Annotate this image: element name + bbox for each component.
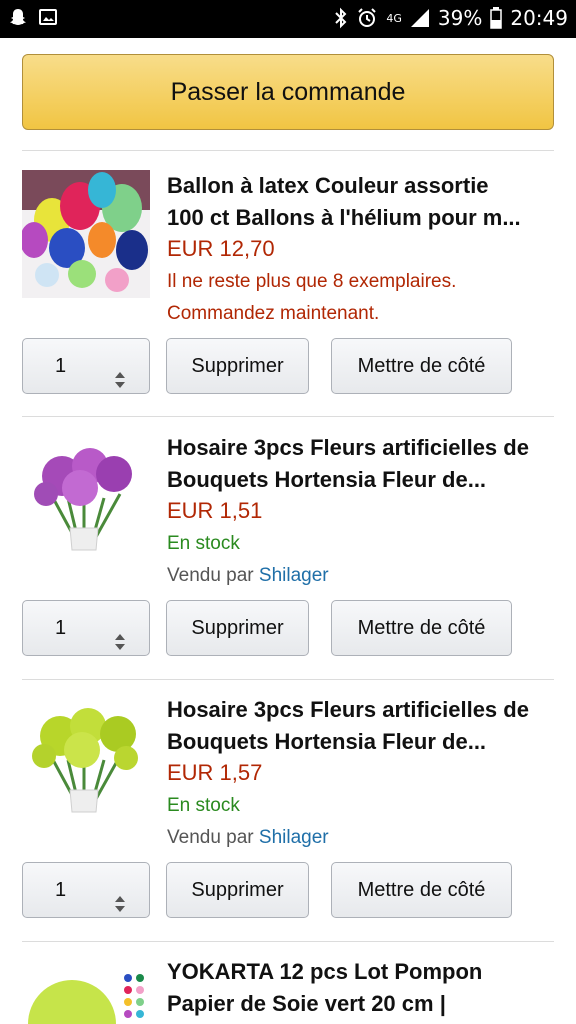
stock-status: En stock	[167, 533, 240, 554]
item-title-line[interactable]: Bouquets Hortensia Fleur de...	[167, 464, 557, 496]
up-down-arrows-icon	[113, 357, 127, 411]
item-title[interactable]: Ballon à latex Couleur assortie 100 ct B…	[167, 170, 557, 234]
item-title-line[interactable]: Ballon à latex Couleur assortie	[167, 170, 557, 202]
battery-icon	[490, 7, 503, 29]
item-title-line[interactable]: YOKARTA 12 pcs Lot Pompon	[167, 956, 557, 988]
sold-by-label: Vendu par	[167, 565, 254, 586]
pompom-thumbnail[interactable]	[22, 962, 150, 1024]
item-title-line[interactable]: 100 ct Ballons à l'hélium pour m...	[167, 202, 557, 234]
snapchat-icon	[8, 7, 28, 27]
seller-link[interactable]: Shilager	[259, 827, 329, 848]
delete-button[interactable]: Supprimer	[166, 600, 309, 656]
quantity-value: 1	[55, 355, 67, 377]
delete-button[interactable]: Supprimer	[166, 338, 309, 394]
divider	[22, 416, 554, 417]
purple-hydrangea-thumbnail[interactable]	[22, 436, 150, 564]
save-for-later-button[interactable]: Mettre de côté	[331, 338, 512, 394]
up-down-arrows-icon	[113, 881, 127, 935]
balloons-thumbnail[interactable]	[22, 170, 150, 298]
sold-by: Vendu par Shilager	[167, 565, 329, 587]
sold-by-label: Vendu par	[167, 827, 254, 848]
item-title-line[interactable]: Papier de Soie vert 20 cm |	[167, 988, 557, 1020]
signal-icon	[410, 8, 430, 28]
item-price: EUR 1,57	[167, 760, 263, 785]
up-down-arrows-icon	[113, 619, 127, 673]
divider	[22, 679, 554, 680]
green-hydrangea-thumbnail[interactable]	[22, 698, 150, 826]
divider	[22, 941, 554, 942]
network-type: 4G	[386, 11, 402, 25]
bluetooth-icon	[334, 7, 348, 29]
sold-by: Vendu par Shilager	[167, 827, 329, 849]
delete-button[interactable]: Supprimer	[166, 862, 309, 918]
status-bar: 4G 39% 20:49	[0, 0, 576, 38]
divider	[22, 150, 554, 151]
item-price: EUR 1,51	[167, 498, 263, 523]
quantity-selector[interactable]: 1	[22, 862, 150, 918]
low-stock-warning: Il ne reste plus que 8 exemplaires.	[167, 271, 457, 292]
item-title[interactable]: Hosaire 3pcs Fleurs artificielles de Bou…	[167, 432, 557, 496]
save-for-later-button[interactable]: Mettre de côté	[331, 862, 512, 918]
seller-link[interactable]: Shilager	[259, 565, 329, 586]
item-title[interactable]: Hosaire 3pcs Fleurs artificielles de Bou…	[167, 694, 557, 758]
quantity-selector[interactable]: 1	[22, 338, 150, 394]
item-title-line[interactable]: Hosaire 3pcs Fleurs artificielles de	[167, 432, 557, 464]
battery-percent: 39%	[437, 6, 483, 30]
item-price: EUR 12,70	[167, 236, 275, 261]
item-title[interactable]: YOKARTA 12 pcs Lot Pompon Papier de Soie…	[167, 956, 557, 1020]
quantity-selector[interactable]: 1	[22, 600, 150, 656]
order-now-notice: Commandez maintenant.	[167, 303, 380, 324]
item-title-line[interactable]: Hosaire 3pcs Fleurs artificielles de	[167, 694, 557, 726]
item-title-line[interactable]: Bouquets Hortensia Fleur de...	[167, 726, 557, 758]
checkout-button[interactable]: Passer la commande	[22, 54, 554, 130]
gallery-icon	[38, 7, 58, 27]
stock-status: En stock	[167, 795, 240, 816]
quantity-value: 1	[55, 617, 67, 639]
save-for-later-button[interactable]: Mettre de côté	[331, 600, 512, 656]
quantity-value: 1	[55, 879, 67, 901]
alarm-icon	[356, 7, 378, 29]
clock: 20:49	[510, 6, 568, 30]
